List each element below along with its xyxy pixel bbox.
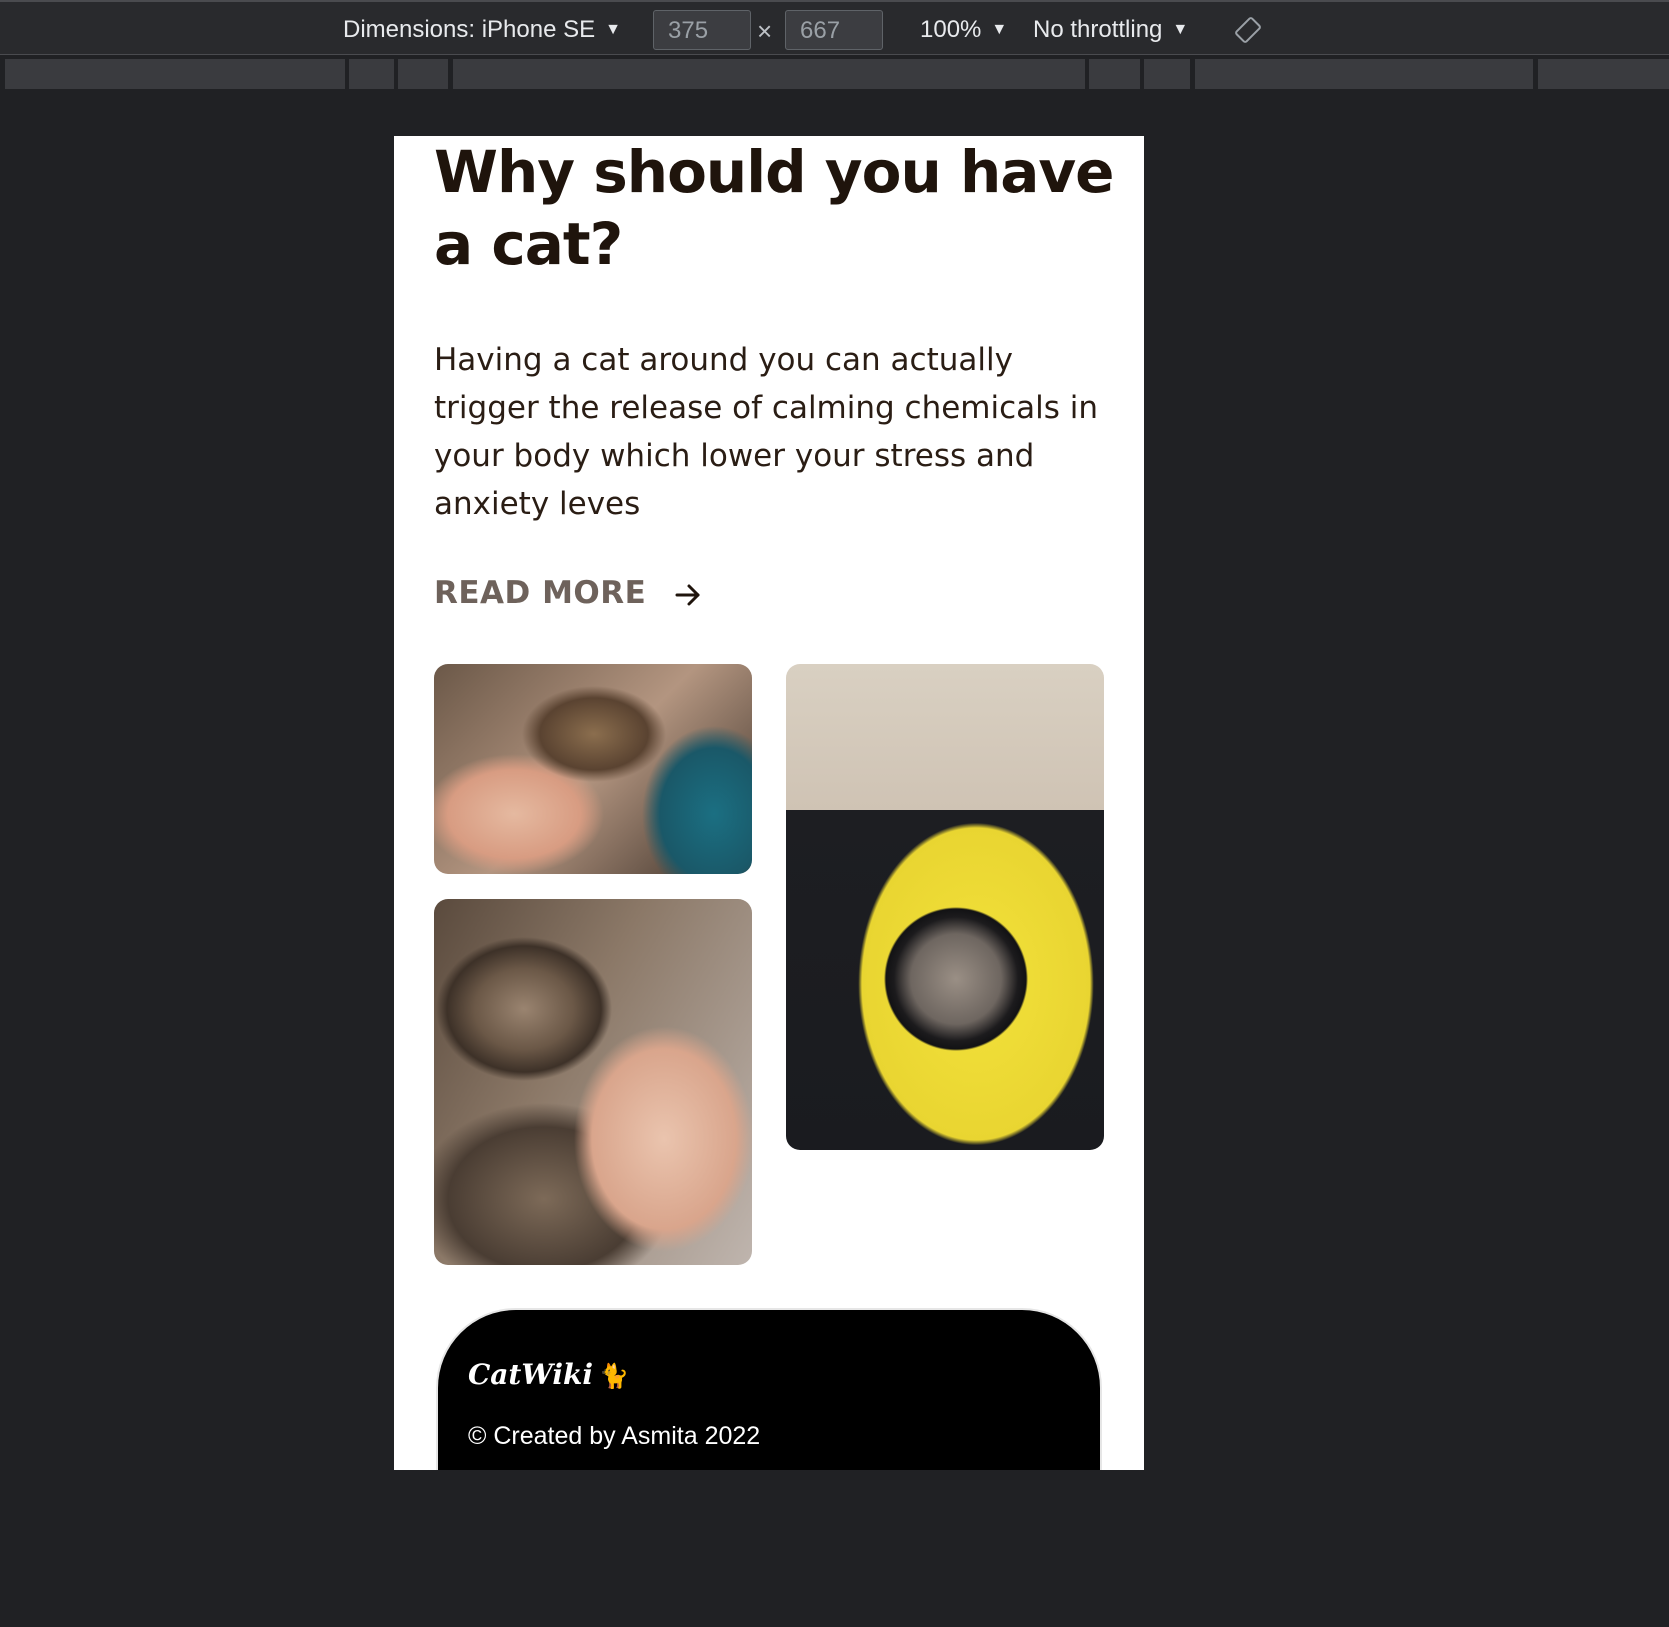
media-query-segment[interactable] xyxy=(1195,59,1533,89)
height-input[interactable]: 667 xyxy=(785,10,883,50)
media-query-segment[interactable] xyxy=(1089,59,1140,89)
chevron-down-icon: ▼ xyxy=(991,21,1008,38)
chevron-down-icon: ▼ xyxy=(1172,21,1189,38)
width-input[interactable]: 375 xyxy=(653,10,751,50)
brand-name: CatWiki xyxy=(468,1358,593,1391)
cat-backpack-photo xyxy=(786,664,1104,1150)
throttling-label: No throttling xyxy=(1033,16,1163,43)
section-paragraph: Having a cat around you can actually tri… xyxy=(434,342,1099,522)
media-query-segment[interactable] xyxy=(5,59,345,89)
times-separator: × xyxy=(757,16,773,46)
zoom-label: 100% xyxy=(920,16,982,43)
throttling-dropdown[interactable]: No throttling ▼ xyxy=(1033,2,1188,57)
copyright-text: © Created by Asmita 2022 xyxy=(468,1422,761,1450)
zoom-dropdown[interactable]: 100% ▼ xyxy=(920,2,1007,57)
rotate-icon[interactable] xyxy=(1234,16,1262,44)
sleeping-cat-photo xyxy=(434,899,752,1265)
dimensions-label: Dimensions: iPhone SE xyxy=(343,16,596,43)
media-query-segment[interactable] xyxy=(1144,59,1190,89)
dimensions-dropdown[interactable]: Dimensions: iPhone SE ▼ xyxy=(343,2,621,57)
media-query-segment[interactable] xyxy=(453,59,1085,89)
section-heading: Why should you have a cat? xyxy=(434,138,1115,278)
device-viewport: Why should you have a cat? Having a cat … xyxy=(394,136,1144,1470)
device-toolbar: Dimensions: iPhone SE ▼ 375 × 667 100% ▼ N… xyxy=(0,0,1669,55)
media-query-segment[interactable] xyxy=(398,59,448,89)
cat-icon: 🐈 xyxy=(599,1361,629,1390)
chevron-down-icon: ▼ xyxy=(605,21,621,38)
media-query-segment[interactable] xyxy=(1538,59,1669,89)
media-query-segment[interactable] xyxy=(349,59,394,89)
read-more-link[interactable]: READ MORE xyxy=(434,568,702,618)
footer-logo[interactable]: CatWiki 🐈 xyxy=(468,1358,629,1391)
cat-paw-photo xyxy=(434,664,752,874)
arrow-right-icon xyxy=(675,584,700,605)
page-footer: CatWiki 🐈 © Created by Asmita 2022 xyxy=(436,1308,1102,1470)
media-query-bar xyxy=(0,56,1669,92)
read-more-label: READ MORE xyxy=(434,575,647,611)
